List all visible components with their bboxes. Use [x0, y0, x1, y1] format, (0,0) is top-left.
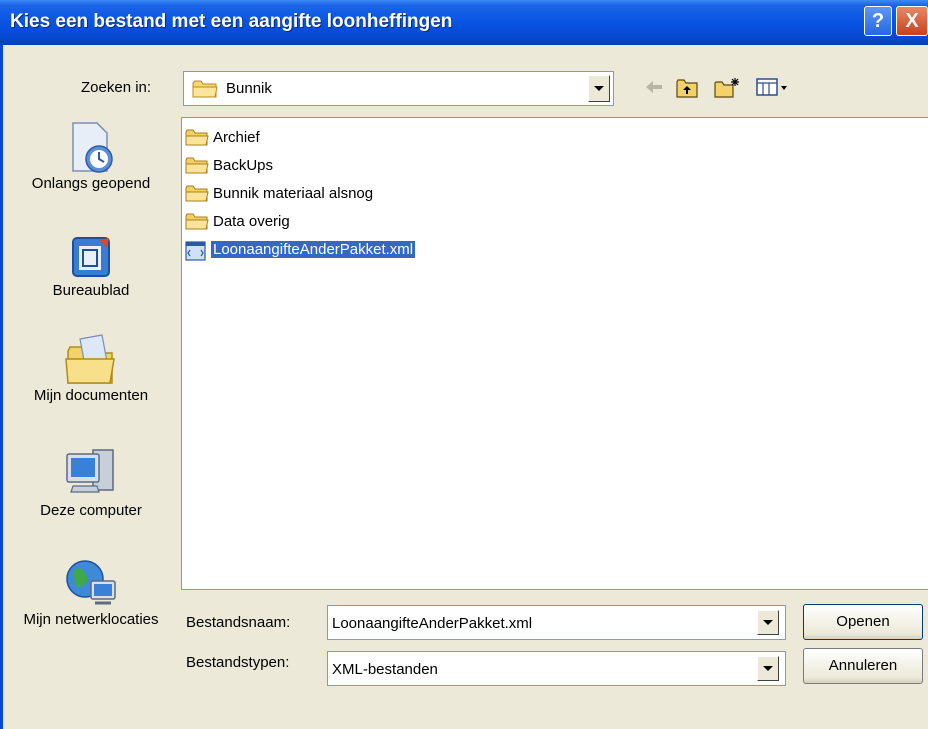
filetype-label: Bestandstypen:: [186, 654, 290, 671]
open-button[interactable]: Openen: [803, 604, 923, 640]
places-bar: Onlangs geopend Bureaublad Mijn document…: [12, 113, 170, 703]
desktop-icon: [72, 237, 110, 277]
file-name: BackUps: [213, 157, 274, 174]
cancel-button[interactable]: Annuleren: [803, 648, 923, 684]
help-button[interactable]: ?: [864, 6, 892, 36]
my-computer-icon: [66, 449, 114, 493]
place-desktop[interactable]: Bureaublad: [12, 234, 170, 300]
recent-documents-icon: [72, 122, 113, 173]
up-folder-icon[interactable]: [675, 77, 699, 99]
lookin-value: Bunnik: [226, 80, 272, 97]
filename-label: Bestandsnaam:: [186, 614, 291, 631]
close-button[interactable]: X: [896, 6, 928, 36]
place-label: Onlangs geopend: [31, 175, 151, 192]
filename-dropdown-button[interactable]: [757, 610, 779, 635]
folder-icon: [185, 185, 209, 202]
lookin-label: Zoeken in:: [81, 79, 152, 96]
folder-icon: [185, 213, 209, 230]
place-label: Bureaublad: [52, 282, 130, 299]
file-name: Archief: [213, 129, 260, 146]
file-name: Data overig: [213, 213, 290, 230]
title-bar[interactable]: Kies een bestand met een aangifte loonhe…: [0, 0, 928, 45]
place-network[interactable]: Mijn netwerklocaties: [12, 555, 170, 629]
place-recent[interactable]: Onlangs geopend: [12, 121, 170, 193]
file-name: Bunnik materiaal alsnog: [213, 185, 374, 202]
chevron-down-icon: [763, 620, 773, 625]
filename-combobox[interactable]: LoonaangifteAnderPakket.xml: [327, 605, 786, 640]
place-label: Deze computer: [40, 502, 142, 519]
xml-file-icon: [185, 241, 206, 261]
filetype-value: XML-bestanden: [332, 661, 438, 678]
network-places-icon: [66, 560, 116, 605]
filename-value: LoonaangifteAnderPakket.xml: [332, 615, 533, 632]
new-folder-icon[interactable]: [713, 77, 741, 99]
chevron-down-icon: [763, 666, 773, 671]
place-label: Mijn documenten: [33, 387, 149, 404]
view-menu-icon[interactable]: [755, 77, 791, 97]
file-list[interactable]: Archief BackUps Bunnik materiaal alsnog …: [181, 117, 928, 590]
place-my-documents[interactable]: Mijn documenten: [12, 331, 170, 405]
window-title: Kies een bestand met een aangifte loonhe…: [10, 11, 453, 32]
folder-icon: [185, 129, 209, 146]
back-arrow-icon[interactable]: [643, 77, 665, 97]
filetype-dropdown-button[interactable]: [757, 656, 779, 681]
place-label: Mijn netwerklocaties: [23, 611, 159, 628]
folder-icon: [185, 157, 209, 174]
file-name: LoonaangifteAnderPakket.xml: [209, 240, 417, 259]
place-my-computer[interactable]: Deze computer: [12, 446, 170, 520]
lookin-dropdown-button[interactable]: [588, 75, 610, 102]
chevron-down-icon: [594, 86, 604, 91]
my-documents-icon: [65, 334, 115, 384]
lookin-combobox[interactable]: Bunnik: [183, 71, 614, 106]
filetype-combobox[interactable]: XML-bestanden: [327, 651, 786, 686]
folder-icon: [192, 80, 218, 98]
open-file-dialog: Kies een bestand met een aangifte loonhe…: [0, 0, 928, 729]
